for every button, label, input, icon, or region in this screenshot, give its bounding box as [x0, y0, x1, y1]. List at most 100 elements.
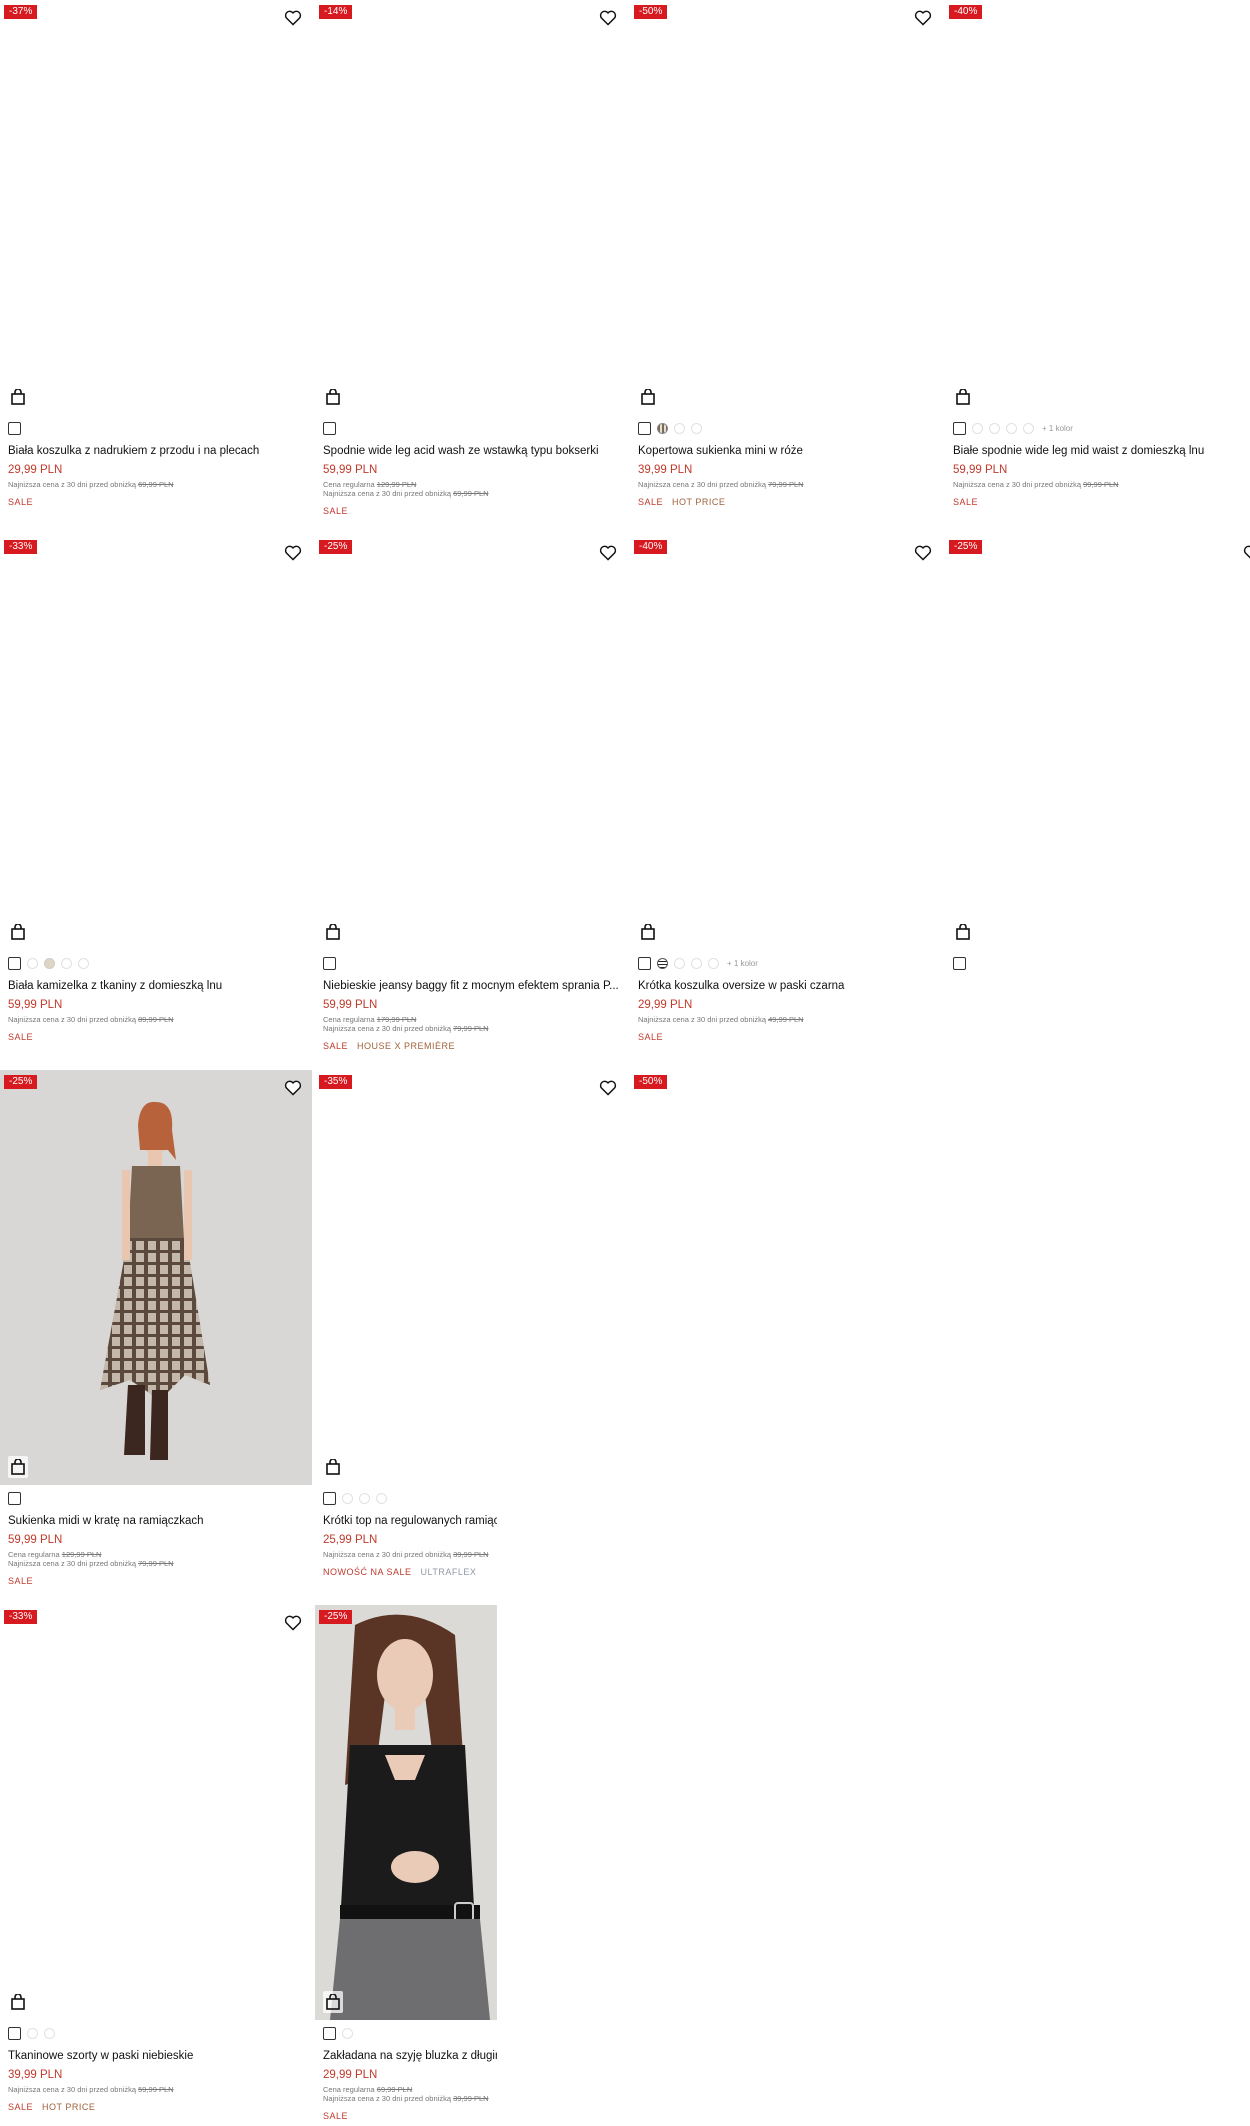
color-swatch[interactable]	[691, 422, 702, 434]
shopping-bag-icon[interactable]	[326, 389, 340, 405]
lowest-price-note: Najniższa cena z 30 dni przed obniżką 39…	[323, 1550, 489, 1559]
product-card[interactable]: -50%	[630, 1070, 942, 1490]
color-swatch[interactable]	[638, 956, 651, 970]
heart-icon[interactable]	[599, 10, 617, 26]
shopping-bag-icon[interactable]	[956, 389, 970, 405]
product-card[interactable]: -25%	[945, 535, 1250, 1055]
color-swatch[interactable]	[78, 957, 89, 969]
product-card[interactable]: -14% Spodnie wide leg acid wash ze wstaw…	[315, 0, 627, 520]
shopping-bag-icon[interactable]	[11, 1994, 25, 2010]
color-swatch[interactable]	[674, 422, 685, 434]
color-swatch[interactable]	[638, 421, 651, 435]
heart-icon[interactable]	[599, 1080, 617, 1096]
color-swatch[interactable]	[342, 2027, 353, 2039]
color-swatch[interactable]	[1023, 422, 1034, 434]
product-card[interactable]: -25% Niebieskie jeansy baggy fit z mocny…	[315, 535, 627, 1055]
product-card[interactable]: -37% Biała koszulka z nadrukiem z przodu…	[0, 0, 312, 520]
shopping-bag-icon[interactable]	[8, 1456, 28, 1478]
color-swatch[interactable]	[323, 2026, 336, 2040]
color-swatch[interactable]	[8, 2026, 21, 2040]
shopping-bag-icon[interactable]	[641, 924, 655, 940]
product-image[interactable]	[315, 0, 627, 415]
discount-badge: -50%	[634, 5, 668, 19]
product-name[interactable]: Krótka koszulka oversize w paski czarna	[638, 980, 942, 992]
more-colors[interactable]: + 1 kolor	[727, 959, 758, 968]
product-image[interactable]	[630, 1070, 942, 1485]
shopping-bag-icon[interactable]	[323, 1991, 343, 2013]
product-image[interactable]	[630, 535, 942, 950]
product-price: 39,99 PLN	[638, 464, 693, 476]
shopping-bag-icon[interactable]	[11, 924, 25, 940]
color-swatch[interactable]	[342, 1492, 353, 1504]
product-card[interactable]: -25% Zakładana na szyję bluzka z długim …	[315, 1605, 497, 2125]
product-name[interactable]: Tkaninowe szorty w paski niebieskie	[8, 2050, 312, 2062]
product-name[interactable]: Niebieskie jeansy baggy fit z mocnym efe…	[323, 980, 627, 992]
color-swatches: + 1 kolor	[630, 956, 942, 970]
product-name[interactable]: Białe spodnie wide leg mid waist z domie…	[953, 445, 1250, 457]
product-name[interactable]: Krótki top na regulowanych ramiąc	[323, 1515, 497, 1527]
shopping-bag-icon[interactable]	[326, 1459, 340, 1475]
product-image[interactable]	[945, 535, 1250, 950]
color-swatch[interactable]	[61, 957, 72, 969]
heart-icon[interactable]	[284, 1615, 302, 1631]
color-swatch[interactable]	[44, 2027, 55, 2039]
more-colors[interactable]: + 1 kolor	[1042, 424, 1073, 433]
product-card[interactable]: -40% + 1 kolor Krótka koszulka oversize …	[630, 535, 942, 1055]
color-swatch[interactable]	[27, 2027, 38, 2039]
product-card[interactable]: -33% Tkaninowe szorty w paski niebieskie…	[0, 1605, 312, 2125]
heart-icon[interactable]	[914, 545, 932, 561]
color-swatch[interactable]	[708, 957, 719, 969]
heart-icon[interactable]	[284, 1080, 302, 1096]
product-card[interactable]: -25% Sukienka midi w kratę na ramiączkac…	[0, 1070, 312, 1590]
shopping-bag-icon[interactable]	[11, 389, 25, 405]
color-swatch[interactable]	[8, 956, 21, 970]
product-image[interactable]	[0, 535, 312, 950]
product-card[interactable]: -35% Krótki top na regulowanych ramiąc 2…	[315, 1070, 627, 1590]
product-name[interactable]: Sukienka midi w kratę na ramiączkach	[8, 1515, 312, 1527]
shopping-bag-icon[interactable]	[326, 924, 340, 940]
product-image[interactable]	[0, 1070, 312, 1485]
heart-icon[interactable]	[284, 10, 302, 26]
product-image[interactable]	[315, 535, 627, 950]
product-image[interactable]	[945, 0, 1250, 415]
heart-icon[interactable]	[284, 545, 302, 561]
color-swatch[interactable]	[27, 957, 38, 969]
color-swatch[interactable]	[657, 422, 668, 434]
product-name[interactable]: Biała kamizelka z tkaniny z domieszką ln…	[8, 980, 312, 992]
product-name[interactable]: Spodnie wide leg acid wash ze wstawką ty…	[323, 445, 627, 457]
discount-badge: -40%	[634, 540, 668, 554]
color-swatch[interactable]	[657, 957, 668, 969]
color-swatch[interactable]	[44, 957, 55, 969]
product-image[interactable]	[0, 1605, 312, 2020]
color-swatch[interactable]	[8, 421, 21, 435]
heart-icon[interactable]	[599, 545, 617, 561]
color-swatch[interactable]	[989, 422, 1000, 434]
product-name[interactable]: Kopertowa sukienka mini w róże	[638, 445, 942, 457]
color-swatch[interactable]	[323, 421, 336, 435]
product-image[interactable]	[0, 0, 312, 415]
product-card[interactable]: -40% + 1 kolor Białe spodnie wide leg mi…	[945, 0, 1250, 520]
product-image[interactable]	[315, 1605, 497, 2020]
product-name[interactable]: Zakładana na szyję bluzka z długim	[323, 2050, 497, 2062]
color-swatch[interactable]	[323, 1491, 336, 1505]
color-swatch[interactable]	[1006, 422, 1017, 434]
product-image[interactable]	[315, 1070, 627, 1485]
color-swatch[interactable]	[376, 1492, 387, 1504]
shopping-bag-icon[interactable]	[956, 924, 970, 940]
product-price: 59,99 PLN	[8, 999, 63, 1011]
product-card[interactable]: -33% Biała kamizelka z tkaniny z domiesz…	[0, 535, 312, 1055]
product-card[interactable]: -50% Kopertowa sukienka mini w róże 39,9…	[630, 0, 942, 520]
color-swatch[interactable]	[972, 422, 983, 434]
color-swatch[interactable]	[953, 421, 966, 435]
color-swatch[interactable]	[323, 956, 336, 970]
color-swatch[interactable]	[359, 1492, 370, 1504]
color-swatch[interactable]	[674, 957, 685, 969]
color-swatch[interactable]	[8, 1491, 21, 1505]
heart-icon[interactable]	[1243, 545, 1250, 561]
color-swatch[interactable]	[953, 956, 966, 970]
shopping-bag-icon[interactable]	[641, 389, 655, 405]
product-name[interactable]: Biała koszulka z nadrukiem z przodu i na…	[8, 445, 312, 457]
heart-icon[interactable]	[914, 10, 932, 26]
color-swatch[interactable]	[691, 957, 702, 969]
product-image[interactable]	[630, 0, 942, 415]
